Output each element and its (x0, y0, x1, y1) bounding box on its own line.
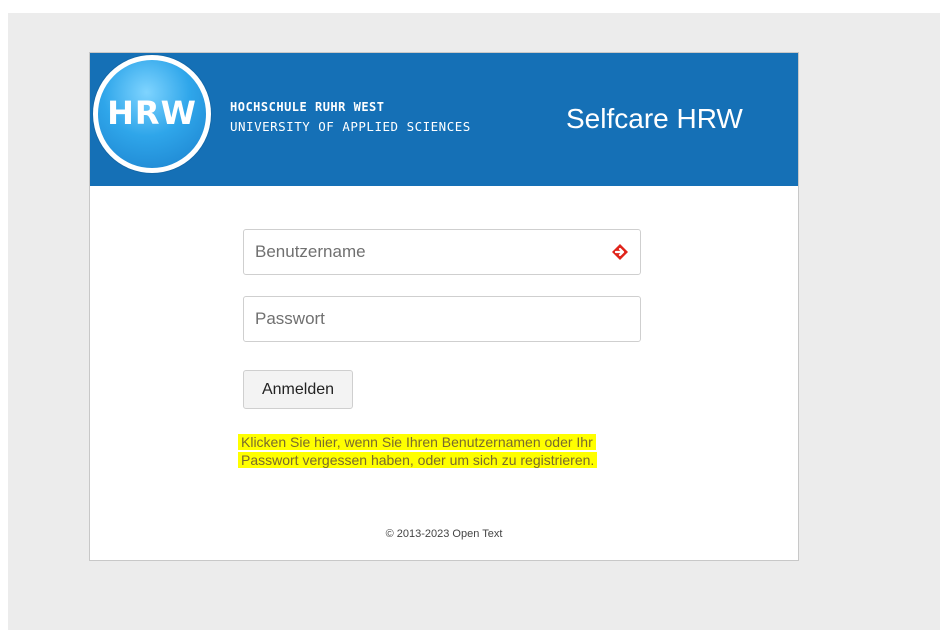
university-subtitle: UNIVERSITY OF APPLIED SCIENCES (230, 119, 471, 134)
login-button[interactable]: Anmelden (243, 370, 353, 409)
help-container: Klicken Sie hier, wenn Sie Ihren Benutze… (238, 434, 648, 470)
copyright-footer: © 2013-2023 Open Text (385, 528, 503, 540)
hrw-logo: HRW (93, 55, 211, 173)
password-manager-icon[interactable] (610, 242, 630, 262)
login-card: HRW HOCHSCHULE RUHR WEST UNIVERSITY OF A… (89, 52, 799, 561)
username-input[interactable] (243, 229, 641, 275)
header-banner: HRW HOCHSCHULE RUHR WEST UNIVERSITY OF A… (90, 53, 798, 186)
university-name: HOCHSCHULE RUHR WEST (230, 100, 385, 114)
logo-text: HRW (107, 94, 197, 132)
password-input[interactable] (243, 296, 641, 342)
forgot-credentials-link[interactable]: Klicken Sie hier, wenn Sie Ihren Benutze… (238, 434, 598, 468)
app-title: Selfcare HRW (566, 103, 743, 134)
